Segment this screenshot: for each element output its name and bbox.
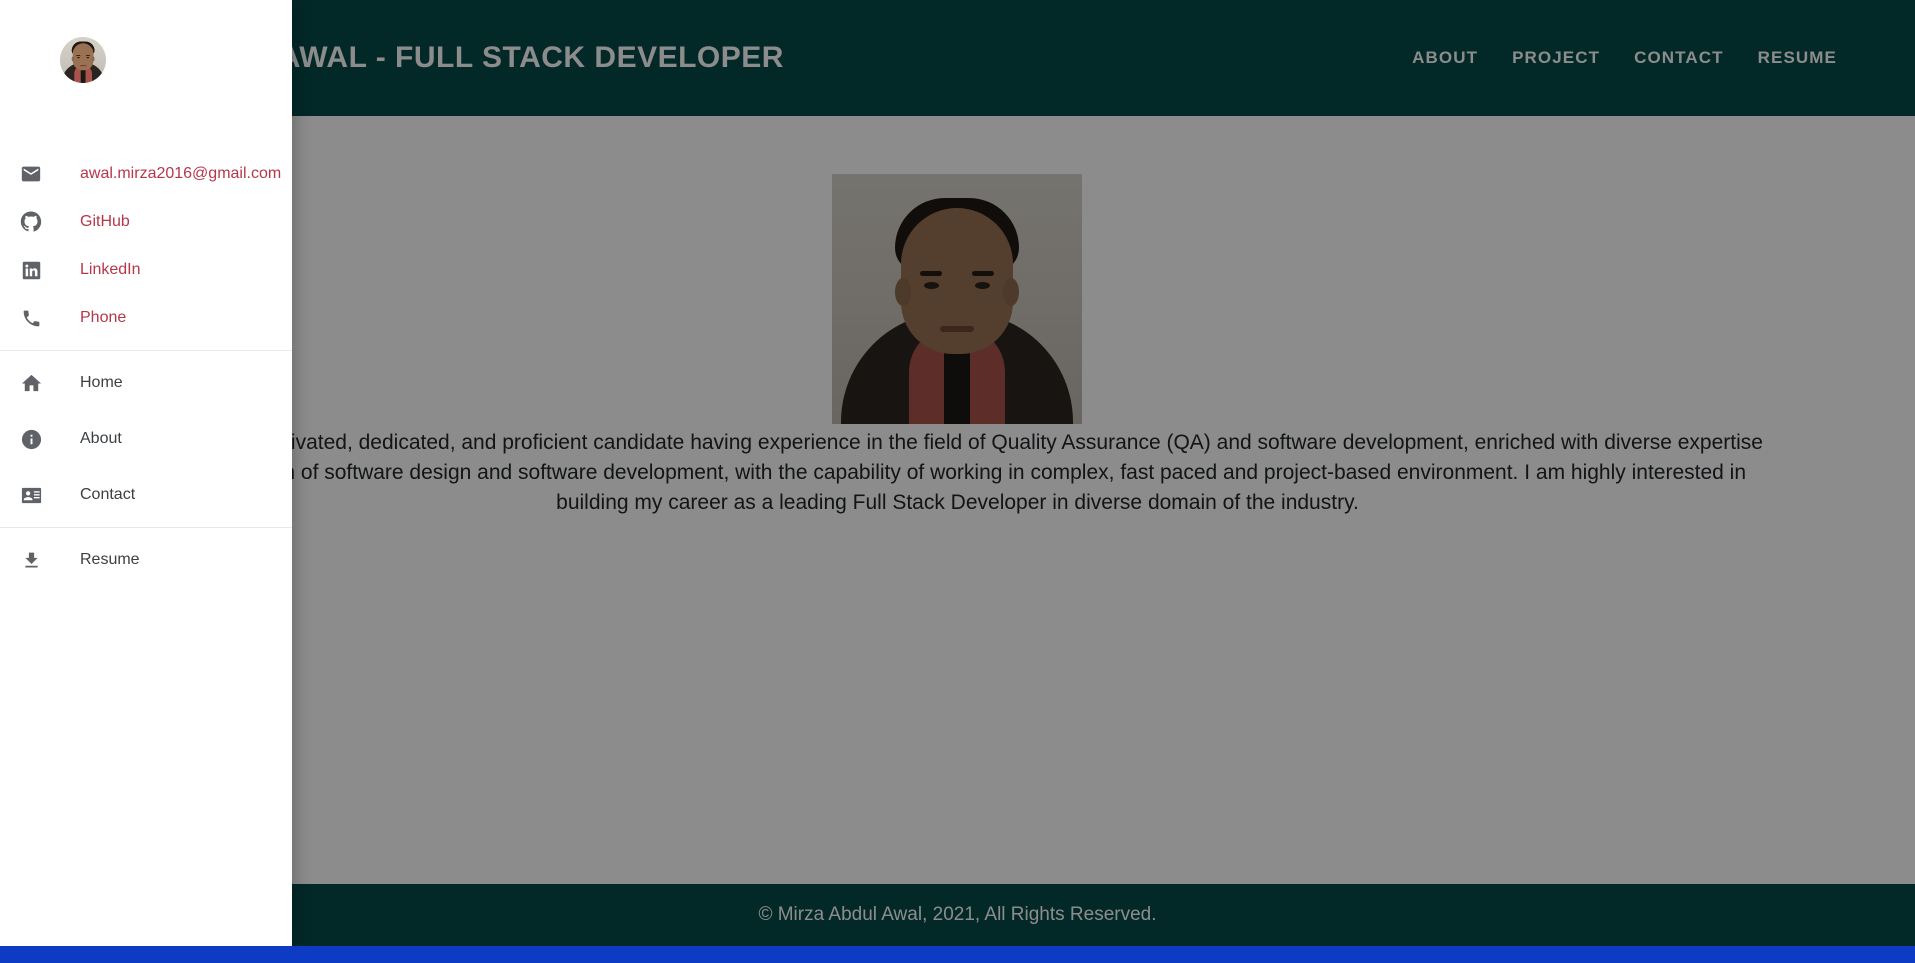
phone-icon bbox=[16, 303, 46, 333]
drawer-item-label: awal.mirza2016@gmail.com bbox=[80, 165, 282, 182]
drawer-item-contact[interactable]: Contact bbox=[0, 471, 292, 519]
drawer-contact-links: awal.mirza2016@gmail.com GitHub LinkedIn bbox=[0, 150, 292, 342]
drawer-item-label: Phone bbox=[80, 309, 127, 326]
drawer-item-label: Contact bbox=[80, 486, 136, 503]
browser-bottom-bar bbox=[0, 946, 1915, 963]
linkedin-icon bbox=[16, 255, 46, 285]
drawer-item-label: About bbox=[80, 430, 122, 447]
drawer-item-resume[interactable]: Resume bbox=[0, 536, 292, 584]
drawer-item-label: LinkedIn bbox=[80, 261, 141, 278]
drawer-nav-items: Home About Contact bbox=[0, 359, 292, 519]
drawer-item-home[interactable]: Home bbox=[0, 359, 292, 407]
info-icon bbox=[16, 424, 46, 454]
drawer-item-phone[interactable]: Phone bbox=[0, 294, 292, 342]
drawer-item-label: Resume bbox=[80, 551, 140, 568]
drawer-download-items: Resume bbox=[0, 536, 292, 584]
email-icon bbox=[16, 159, 46, 189]
github-icon bbox=[16, 207, 46, 237]
download-icon bbox=[16, 545, 46, 575]
avatar-portrait-illustration bbox=[60, 37, 106, 83]
drawer-item-email[interactable]: awal.mirza2016@gmail.com bbox=[0, 150, 292, 198]
sidebar-drawer: awal.mirza2016@gmail.com GitHub LinkedIn bbox=[0, 0, 292, 946]
avatar[interactable] bbox=[60, 37, 106, 83]
app-root: MIRZA ABDUL AWAL - FULL STACK DEVELOPER … bbox=[0, 0, 1915, 963]
drawer-item-linkedin[interactable]: LinkedIn bbox=[0, 246, 292, 294]
contact-card-icon bbox=[16, 480, 46, 510]
home-icon bbox=[16, 368, 46, 398]
drawer-item-label: GitHub bbox=[80, 213, 130, 230]
drawer-avatar-wrap bbox=[0, 0, 292, 120]
drawer-item-label: Home bbox=[80, 374, 123, 391]
drawer-item-about[interactable]: About bbox=[0, 415, 292, 463]
drawer-item-github[interactable]: GitHub bbox=[0, 198, 292, 246]
